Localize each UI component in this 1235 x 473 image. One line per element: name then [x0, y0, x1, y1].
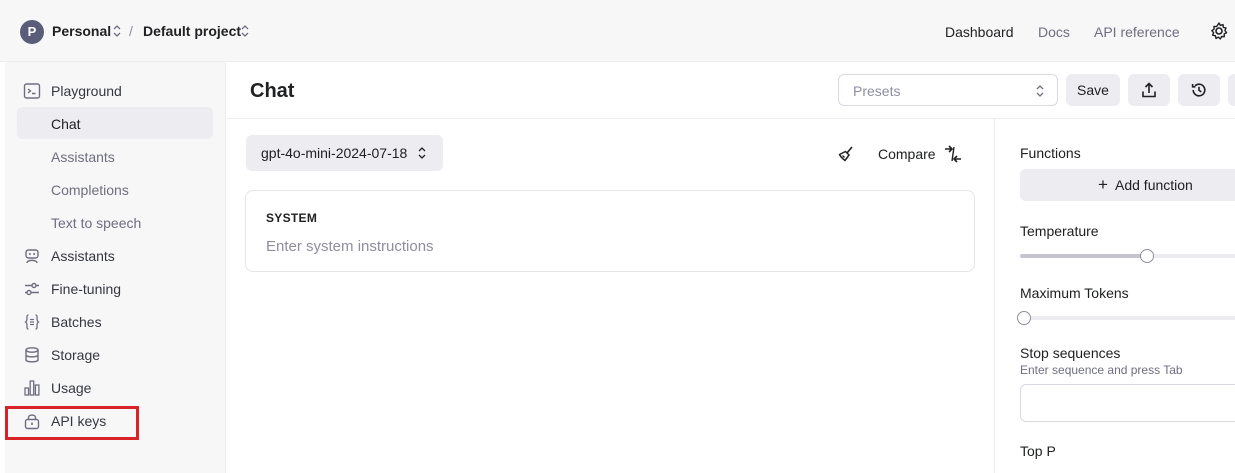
save-button[interactable]: Save: [1066, 74, 1120, 106]
sidebar-item-label: Text to speech: [51, 215, 142, 231]
nav-api-reference[interactable]: API reference: [1094, 24, 1180, 40]
temperature-slider[interactable]: [1020, 249, 1235, 263]
share-button[interactable]: [1128, 74, 1170, 106]
avatar[interactable]: P: [20, 20, 44, 44]
sidebar-item-label: Playground: [51, 83, 122, 99]
sidebar-item-fine-tuning[interactable]: Fine-tuning: [5, 275, 226, 303]
page-title: Chat: [250, 80, 295, 102]
project-switcher[interactable]: Default project: [143, 23, 241, 39]
model-select[interactable]: gpt-4o-mini-2024-07-18: [246, 135, 443, 171]
bar-chart-icon: [24, 380, 40, 396]
presets-placeholder: Presets: [853, 83, 901, 99]
add-function-button[interactable]: + Add function: [1020, 169, 1235, 201]
upload-icon: [1142, 82, 1156, 98]
temperature-slider-thumb[interactable]: [1140, 249, 1154, 263]
robot-icon: [25, 249, 39, 264]
top-bar: P Personal / Default project Dashboard D…: [0, 0, 1235, 62]
more-button[interactable]: [1228, 74, 1235, 106]
top-p-label: Top P: [1020, 443, 1056, 459]
gear-icon[interactable]: [1209, 21, 1229, 41]
stop-sequences-label: Stop sequences: [1020, 345, 1121, 361]
sidebar-item-completions[interactable]: Completions: [5, 176, 226, 204]
sidebar-item-label: Fine-tuning: [51, 281, 122, 297]
annotation-highlight-box: [5, 406, 139, 440]
history-button[interactable]: [1178, 74, 1220, 106]
history-icon: [1191, 83, 1206, 97]
chevron-updown-icon: [418, 147, 426, 159]
add-function-label: Add function: [1115, 177, 1193, 193]
sidebar-item-chat[interactable]: Chat: [17, 107, 213, 139]
stop-sequences-hint: Enter sequence and press Tab: [1020, 363, 1183, 377]
breadcrumb-separator: /: [129, 23, 133, 39]
main-header: Chat Presets Save: [226, 62, 1235, 119]
system-message-box: SYSTEM: [245, 190, 975, 272]
database-icon: [25, 347, 39, 363]
sidebar-item-label: Usage: [51, 380, 92, 396]
sidebar-item-label: Assistants: [51, 248, 115, 264]
chevron-updown-icon[interactable]: [112, 24, 122, 38]
terminal-icon: [23, 83, 41, 99]
plus-icon: +: [1098, 175, 1108, 194]
nav-docs[interactable]: Docs: [1038, 24, 1070, 40]
compare-icon[interactable]: [943, 144, 963, 164]
sidebar-item-text-to-speech[interactable]: Text to speech: [5, 209, 226, 237]
sidebar-item-label: Completions: [51, 182, 129, 198]
chevron-updown-icon[interactable]: [240, 24, 250, 38]
sidebar-item-label: Chat: [51, 116, 81, 132]
sidebar-item-storage[interactable]: Storage: [5, 341, 226, 369]
sidebar-item-label: Batches: [51, 314, 102, 330]
sidebar-item-playground[interactable]: Playground: [5, 77, 226, 105]
compare-button[interactable]: Compare: [878, 146, 936, 162]
temperature-label: Temperature: [1020, 223, 1099, 239]
functions-label: Functions: [1020, 145, 1081, 161]
system-instructions-input[interactable]: [266, 235, 946, 257]
sidebar-item-batches[interactable]: Batches: [5, 308, 226, 336]
max-tokens-slider[interactable]: [1017, 311, 1235, 325]
max-tokens-slider-thumb[interactable]: [1017, 311, 1031, 325]
org-switcher[interactable]: Personal: [52, 23, 111, 39]
presets-select[interactable]: Presets: [838, 74, 1058, 106]
sidebar-item-label: Assistants: [51, 149, 115, 165]
sidebar-item-assistants[interactable]: Assistants: [5, 242, 226, 270]
sliders-icon: [25, 282, 39, 296]
sidebar-item-usage[interactable]: Usage: [5, 374, 226, 402]
broom-icon[interactable]: [837, 145, 855, 163]
sidebar-item-label: Storage: [51, 347, 101, 363]
system-title: SYSTEM: [266, 211, 318, 225]
braces-icon: [24, 314, 40, 330]
settings-panel: Functions + Add function Temperature Max…: [994, 119, 1235, 473]
model-label: gpt-4o-mini-2024-07-18: [261, 145, 408, 161]
temperature-slider-fill: [1020, 254, 1147, 258]
chat-area: gpt-4o-mini-2024-07-18 Compare SYSTEM: [226, 119, 994, 473]
stop-sequences-input[interactable]: [1020, 384, 1235, 422]
sidebar-item-playground-assistants[interactable]: Assistants: [5, 143, 226, 171]
max-tokens-label: Maximum Tokens: [1020, 285, 1129, 301]
chevron-updown-icon: [1036, 85, 1044, 97]
nav-dashboard[interactable]: Dashboard: [945, 24, 1014, 40]
